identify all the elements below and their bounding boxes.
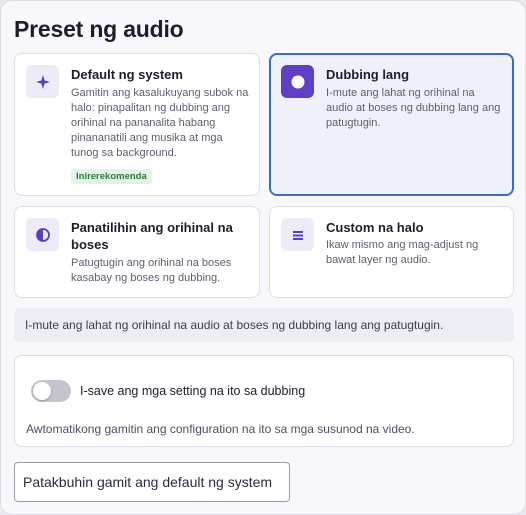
record-circle-icon: [281, 65, 314, 98]
save-setting-label: I-save ang mga setting na ito sa dubbing: [80, 384, 306, 398]
save-setting-card: I-save ang mga setting na ito sa dubbing…: [14, 355, 514, 447]
toggle-knob: [33, 382, 51, 400]
menu-lines-icon: [281, 218, 314, 251]
preset-card-dubbing-only[interactable]: Dubbing lang I-mute ang lahat ng orihina…: [269, 53, 514, 196]
preset-title: Panatilihin ang orihinal na boses: [71, 220, 233, 252]
audio-preset-panel: Preset ng audio Default ng system Gamiti…: [0, 0, 526, 515]
half-circle-icon: [26, 218, 59, 251]
sparkle-icon: [26, 65, 59, 98]
preset-description: Ikaw mismo ang mag-adjust ng bawat layer…: [326, 239, 479, 266]
preset-card-default-system[interactable]: Default ng system Gamitin ang kasalukuya…: [14, 53, 260, 196]
preset-description: Gamitin ang kasalukuyang subok na halo: …: [71, 87, 249, 159]
preset-card-custom-mix[interactable]: Custom na halo Ikaw mismo ang mag-adjust…: [269, 206, 514, 298]
recommended-badge: Inirerekomenda: [71, 169, 152, 184]
preset-description: Patugtugin ang orihinal na boses kasabay…: [71, 257, 232, 284]
preset-description: I-mute ang lahat ng orihinal na audio at…: [326, 87, 501, 129]
selected-preset-info: I-mute ang lahat ng orihinal na audio at…: [14, 308, 514, 342]
save-setting-description: Awtomatikong gamitin ang configuration n…: [26, 422, 415, 436]
page-title: Preset ng audio: [14, 16, 184, 42]
preset-card-keep-original-voice[interactable]: Panatilihin ang orihinal na boses Patugt…: [14, 206, 260, 298]
run-with-default-button[interactable]: Patakbuhin gamit ang default ng system: [14, 462, 290, 502]
preset-title: Dubbing lang: [326, 67, 410, 82]
preset-title: Custom na halo: [326, 220, 424, 235]
save-setting-toggle[interactable]: [31, 380, 71, 402]
preset-title: Default ng system: [71, 67, 183, 82]
